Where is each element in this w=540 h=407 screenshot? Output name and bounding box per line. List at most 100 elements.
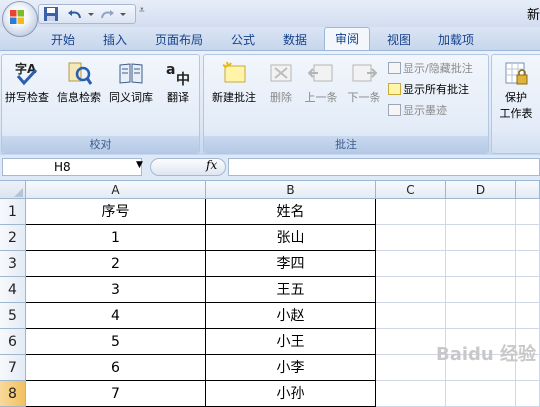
show-all-comments-label: 显示所有批注 (403, 83, 469, 96)
column-header-a[interactable]: A (26, 181, 206, 199)
tab-review[interactable]: 审阅 (324, 27, 371, 51)
show-ink-icon (388, 104, 401, 116)
tab-page-layout[interactable]: 页面布局 (155, 31, 203, 48)
row-header-5[interactable]: 5 (0, 303, 26, 329)
cell-d8[interactable] (446, 381, 516, 407)
undo-dropdown-icon[interactable] (83, 6, 99, 22)
translate-label: 翻译 (167, 91, 189, 104)
cell-b6[interactable]: 小王 (206, 329, 376, 355)
cell-e2[interactable] (516, 225, 540, 251)
research-button[interactable]: 信息检索 (54, 60, 104, 105)
show-all-comments-icon (388, 83, 401, 95)
show-hide-comment-button[interactable]: 显示/隐藏批注 (388, 60, 473, 76)
undo-icon[interactable] (67, 6, 83, 22)
cell-a7[interactable]: 6 (26, 355, 206, 381)
cell-c2[interactable] (376, 225, 446, 251)
column-header-e[interactable] (516, 181, 540, 199)
cell-e8[interactable] (516, 381, 540, 407)
spelling-check-icon: 字A (15, 61, 38, 86)
row-header-4[interactable]: 4 (0, 277, 26, 303)
office-logo-icon (10, 10, 24, 24)
cell-b2[interactable]: 张山 (206, 225, 376, 251)
cell-b4[interactable]: 王五 (206, 277, 376, 303)
name-box-value: H8 (54, 160, 71, 174)
research-label: 信息检索 (57, 91, 101, 104)
cell-d2[interactable] (446, 225, 516, 251)
cell-a6[interactable]: 5 (26, 329, 206, 355)
spelling-label: 拼写检查 (5, 91, 49, 104)
column-header-c[interactable]: C (376, 181, 446, 199)
row-header-6[interactable]: 6 (0, 329, 26, 355)
previous-comment-button[interactable]: 上一条 (300, 60, 342, 105)
cell-c3[interactable] (376, 251, 446, 277)
cell-a2[interactable]: 1 (26, 225, 206, 251)
delete-comment-icon (270, 64, 292, 82)
tab-data[interactable]: 数据 (283, 31, 307, 48)
tab-insert[interactable]: 插入 (103, 31, 127, 48)
translate-button[interactable]: a 中 翻译 (158, 60, 198, 105)
show-ink-label: 显示墨迹 (403, 104, 447, 117)
customize-qat-icon[interactable]: ⩡ (139, 5, 145, 16)
cell-b1[interactable]: 姓名 (206, 199, 376, 225)
cell-a5[interactable]: 4 (26, 303, 206, 329)
cell-e4[interactable] (516, 277, 540, 303)
new-comment-button[interactable]: 新建批注 (206, 60, 262, 105)
tab-formulas[interactable]: 公式 (231, 31, 255, 48)
previous-comment-label: 上一条 (304, 91, 338, 104)
cell-c8[interactable] (376, 381, 446, 407)
thesaurus-label: 同义词库 (109, 91, 153, 104)
row-header-1[interactable]: 1 (0, 199, 26, 225)
next-comment-button[interactable]: 下一条 (344, 60, 384, 105)
thesaurus-icon (119, 63, 143, 84)
show-all-comments-button[interactable]: 显示所有批注 (388, 81, 469, 97)
name-box[interactable] (2, 158, 142, 176)
cell-b8[interactable]: 小孙 (206, 381, 376, 407)
formula-input[interactable] (228, 158, 540, 176)
tab-add-ins[interactable]: 加载项 (438, 31, 474, 48)
cell-d3[interactable] (446, 251, 516, 277)
svg-text:中: 中 (176, 71, 190, 86)
comments-group-label: 批注 (204, 136, 488, 153)
column-header-b[interactable]: B (206, 181, 376, 199)
show-hide-comment-label: 显示/隐藏批注 (403, 62, 473, 75)
row-header-7[interactable]: 7 (0, 355, 26, 381)
show-ink-button[interactable]: 显示墨迹 (388, 102, 447, 118)
row-header-8[interactable]: 8 (0, 381, 26, 407)
protect-sheet-button[interactable]: 保护 工作表 (495, 60, 537, 121)
cell-b7[interactable]: 小李 (206, 355, 376, 381)
row-header-2[interactable]: 2 (0, 225, 26, 251)
row-header-3[interactable]: 3 (0, 251, 26, 277)
protect-sheet-label-1: 保护 (505, 91, 527, 104)
spelling-button[interactable]: 字A 拼写检查 (2, 60, 52, 105)
thesaurus-button[interactable]: 同义词库 (106, 60, 156, 105)
save-icon[interactable] (43, 6, 59, 22)
cell-d1[interactable] (446, 199, 516, 225)
tab-home[interactable]: 开始 (51, 31, 75, 48)
new-comment-label: 新建批注 (212, 91, 256, 104)
redo-icon[interactable] (99, 6, 115, 22)
insert-function-icon[interactable]: fx (206, 158, 217, 172)
name-box-dropdown-icon[interactable]: ▼ (136, 160, 143, 170)
column-header-d[interactable]: D (446, 181, 516, 199)
protect-sheet-label-2: 工作表 (499, 107, 533, 120)
cell-b5[interactable]: 小赵 (206, 303, 376, 329)
cell-a4[interactable]: 3 (26, 277, 206, 303)
redo-dropdown-icon[interactable] (115, 6, 131, 22)
delete-comment-button[interactable]: 删除 (264, 60, 298, 105)
cell-e3[interactable] (516, 251, 540, 277)
cell-a8[interactable]: 7 (26, 381, 206, 407)
cell-e5[interactable] (516, 303, 540, 329)
cell-d5[interactable] (446, 303, 516, 329)
delete-comment-label: 删除 (270, 91, 292, 104)
cell-a1[interactable]: 序号 (26, 199, 206, 225)
cell-d4[interactable] (446, 277, 516, 303)
tab-view[interactable]: 视图 (387, 31, 411, 48)
cell-a3[interactable]: 2 (26, 251, 206, 277)
translate-icon: a 中 (166, 62, 190, 86)
cell-b3[interactable]: 李四 (206, 251, 376, 277)
cell-c1[interactable] (376, 199, 446, 225)
cell-c4[interactable] (376, 277, 446, 303)
cell-e1[interactable] (516, 199, 540, 225)
cell-c5[interactable] (376, 303, 446, 329)
select-all-icon (14, 188, 23, 197)
